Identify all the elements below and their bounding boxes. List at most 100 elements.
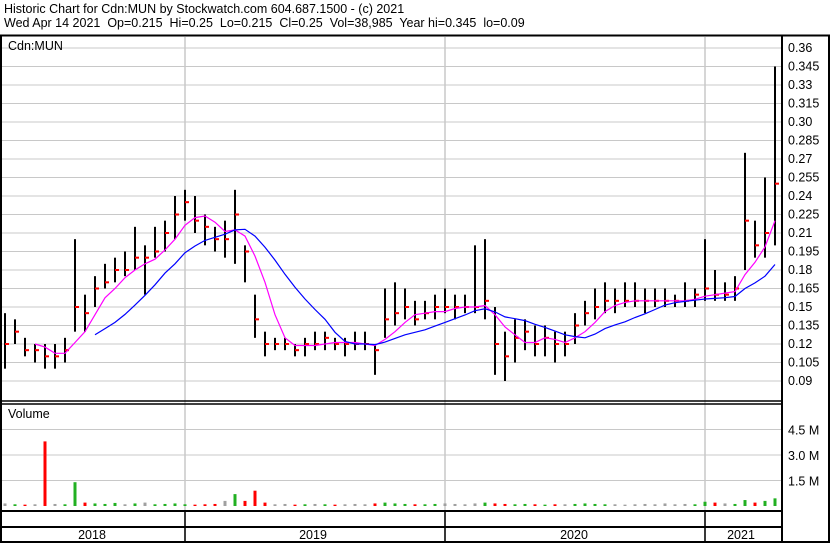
volume-bar — [473, 503, 477, 506]
volume-bar — [73, 482, 77, 506]
price-tick-label: 0.165 — [788, 282, 819, 296]
volume-bar — [573, 503, 577, 506]
year-label: 2019 — [299, 528, 327, 542]
volume-bar — [613, 504, 617, 506]
volume-bar — [703, 501, 707, 506]
volume-bar — [553, 504, 557, 506]
volume-bar — [203, 504, 207, 506]
price-tick-label: 0.30 — [788, 115, 812, 129]
price-tick-label: 0.105 — [788, 356, 819, 370]
volume-bar — [463, 504, 467, 506]
price-tick-label: 0.195 — [788, 245, 819, 259]
volume-bar — [313, 503, 317, 506]
volume-bar — [53, 503, 57, 506]
volume-bar — [173, 503, 177, 506]
volume-bar — [453, 503, 457, 506]
year-axis: 2018 2019 2020 2021 — [78, 528, 755, 542]
price-tick-label: 0.24 — [788, 189, 812, 203]
volume-bar — [373, 503, 377, 506]
symbol-label: Cdn:MUN — [8, 39, 63, 53]
price-tick-label: 0.135 — [788, 319, 819, 333]
price-tick-label: 0.18 — [788, 263, 812, 277]
volume-bar — [503, 503, 507, 506]
price-tick-label: 0.315 — [788, 97, 819, 111]
volume-bar — [153, 504, 157, 506]
volume-bar — [223, 500, 227, 506]
volume-bar — [603, 504, 607, 506]
volume-axis: 4.5 M 3.0 M 1.5 M — [788, 424, 819, 489]
price-axis: 0.36 0.345 0.33 0.315 0.30 0.285 0.27 0.255 0.24… — [788, 41, 819, 388]
price-tick-label: 0.21 — [788, 226, 812, 240]
volume-bar — [283, 503, 287, 506]
volume-bar — [423, 504, 427, 506]
volume-bar — [393, 503, 397, 506]
volume-bar — [233, 494, 237, 506]
volume-bar — [253, 490, 257, 506]
price-tick-label: 0.09 — [788, 374, 812, 388]
volume-bar — [543, 504, 547, 506]
volume-bar — [23, 504, 27, 506]
price-tick-label: 0.33 — [788, 78, 812, 92]
volume-bar — [33, 504, 37, 506]
volume-bars — [3, 441, 777, 506]
volume-bar — [513, 504, 517, 506]
volume-bar — [273, 504, 277, 506]
volume-bar — [763, 500, 767, 506]
volume-bar — [653, 504, 657, 506]
volume-bar — [323, 504, 327, 506]
volume-bar — [733, 503, 737, 506]
volume-bar — [403, 503, 407, 506]
volume-bar — [723, 503, 727, 506]
year-label: 2021 — [727, 528, 755, 542]
volume-bar — [483, 502, 487, 506]
volume-bar — [693, 504, 697, 506]
volume-bar — [533, 504, 537, 506]
price-tick-label: 0.12 — [788, 337, 812, 351]
volume-bar — [343, 504, 347, 506]
volume-bar — [243, 500, 247, 506]
volume-bar — [413, 504, 417, 506]
volume-bar — [753, 502, 757, 506]
volume-bar — [263, 502, 267, 506]
volume-bar — [523, 503, 527, 506]
price-tick-label: 0.27 — [788, 152, 812, 166]
volume-bar — [293, 504, 297, 506]
volume-bar — [183, 504, 187, 506]
price-tick-label: 0.255 — [788, 171, 819, 185]
volume-bar — [123, 504, 127, 506]
volume-bar — [193, 504, 197, 506]
volume-tick-label: 3.0 M — [788, 449, 819, 463]
stock-chart: Cdn:MUN Volume 0.36 0.345 0.33 0.315 0.30 0.2… — [0, 34, 830, 543]
volume-bar — [773, 498, 777, 506]
year-label: 2020 — [560, 528, 588, 542]
volume-bar — [113, 502, 117, 506]
volume-bar — [213, 503, 217, 506]
volume-bar — [103, 503, 107, 506]
volume-bar — [3, 503, 7, 506]
volume-bar — [443, 503, 447, 506]
volume-bar — [333, 504, 337, 506]
volume-bar — [633, 504, 637, 506]
volume-bar — [663, 503, 667, 506]
volume-bar — [93, 503, 97, 506]
moving-average-line — [94, 228, 776, 346]
volume-bar — [43, 441, 47, 506]
volume-tick-label: 1.5 M — [788, 475, 819, 489]
volume-bar — [643, 503, 647, 506]
volume-bar — [353, 503, 357, 506]
volume-bar — [133, 503, 137, 506]
volume-bar — [63, 504, 67, 506]
price-tick-label: 0.225 — [788, 208, 819, 222]
volume-bar — [303, 504, 307, 506]
volume-bar — [563, 504, 567, 506]
volume-bar — [83, 502, 87, 506]
volume-bar — [433, 503, 437, 506]
price-tick-label: 0.345 — [788, 60, 819, 74]
volume-bar — [363, 504, 367, 506]
volume-tick-label: 4.5 M — [788, 424, 819, 438]
price-tick-label: 0.15 — [788, 300, 812, 314]
volume-bar — [743, 500, 747, 506]
volume-bar — [593, 503, 597, 506]
volume-bar — [713, 502, 717, 506]
volume-bar — [683, 503, 687, 506]
